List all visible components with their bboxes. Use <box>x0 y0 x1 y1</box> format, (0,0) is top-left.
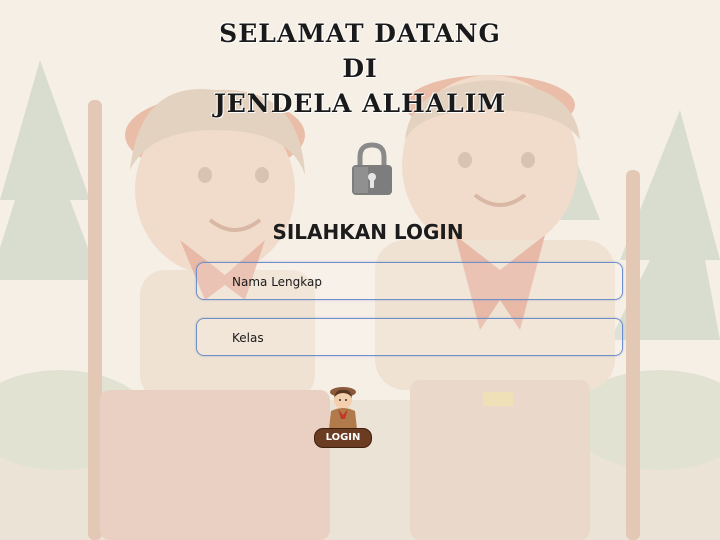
welcome-title-line1: SELAMAT DATANG <box>219 19 501 48</box>
welcome-title: SELAMAT DATANG DI JENDELA ALHALIM <box>0 16 720 121</box>
login-button[interactable]: LOGIN <box>314 383 372 449</box>
lock-icon <box>352 142 392 195</box>
name-input[interactable]: Nama Lengkap <box>196 262 623 300</box>
class-input[interactable]: Kelas <box>196 318 623 356</box>
login-heading: SILAHKAN LOGIN <box>272 220 464 244</box>
class-input-placeholder: Kelas <box>232 331 264 345</box>
scout-girl-icon <box>329 387 357 429</box>
name-input-placeholder: Nama Lengkap <box>232 275 322 289</box>
welcome-title-line2: DI <box>342 54 378 83</box>
welcome-title-line3: JENDELA ALHALIM <box>213 89 507 118</box>
login-button-label: LOGIN <box>314 428 372 448</box>
